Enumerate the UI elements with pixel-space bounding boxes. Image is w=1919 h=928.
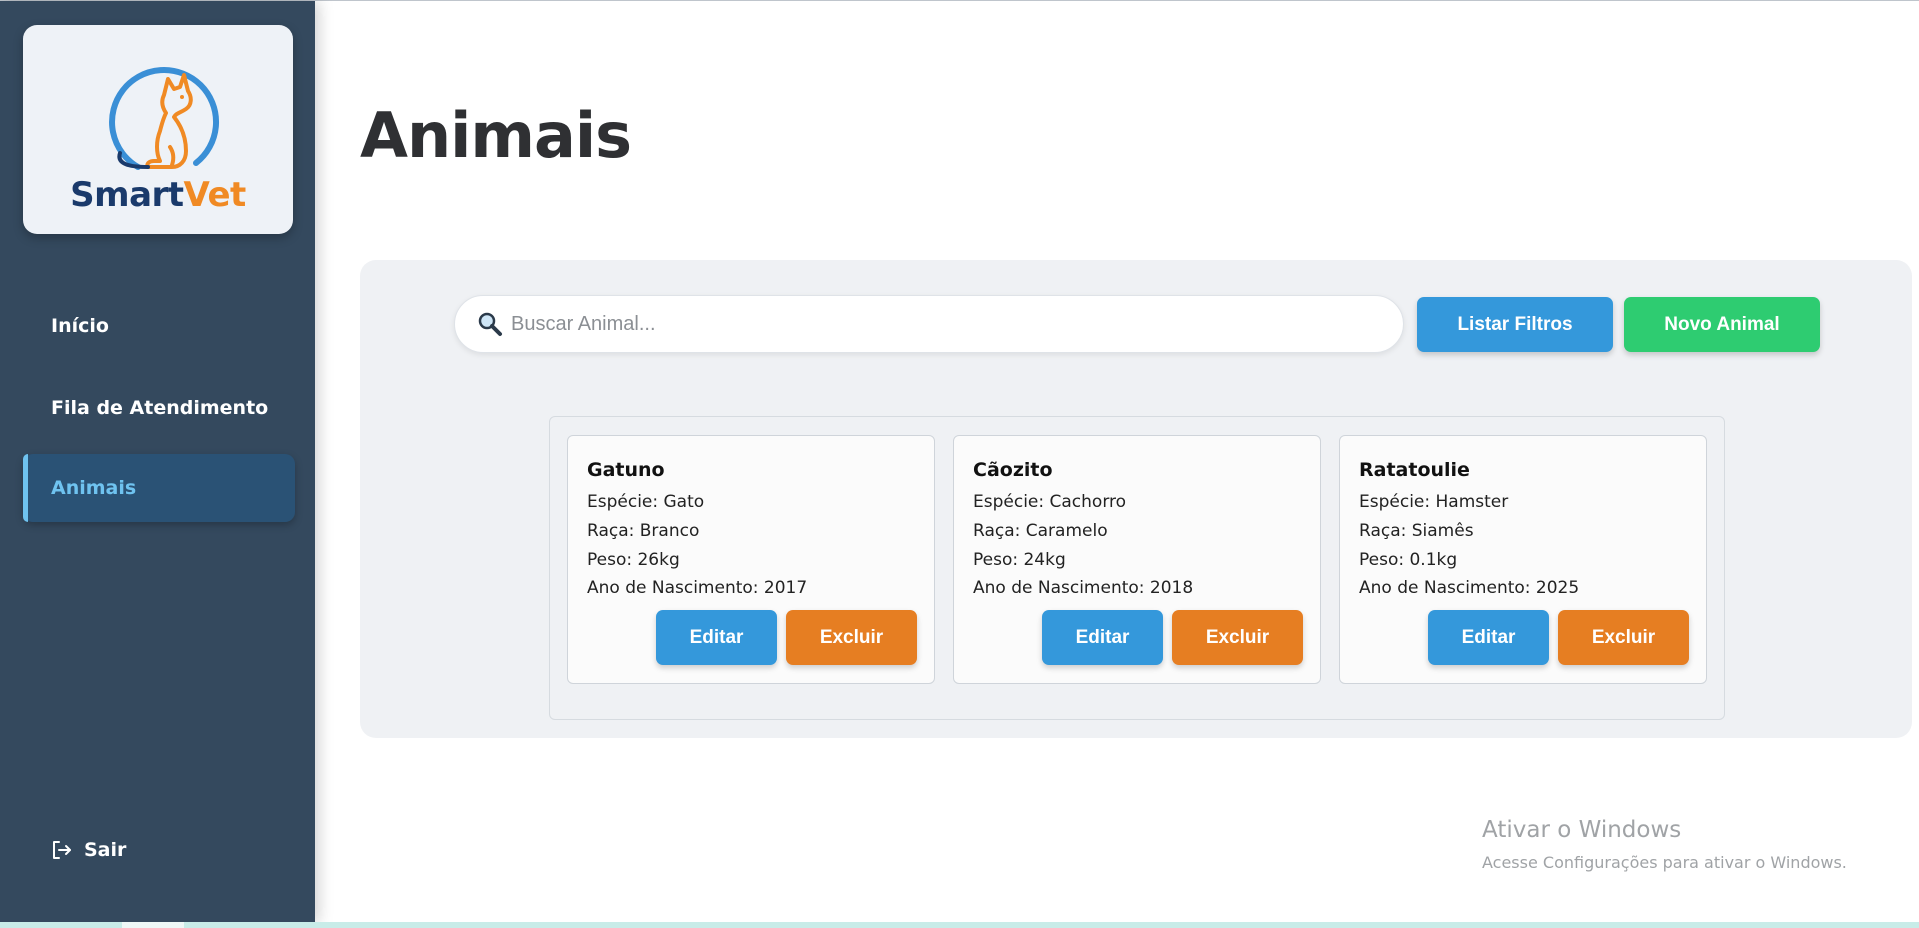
delete-button[interactable]: Excluir [786,610,917,665]
edit-button[interactable]: Editar [656,610,777,665]
taskbar-edge-segment [122,922,184,928]
edit-button[interactable]: Editar [1042,610,1163,665]
animal-weight: Peso: 0.1kg [1359,550,1458,570]
animal-species: Espécie: Cachorro [973,492,1127,512]
search-bar[interactable] [454,295,1404,353]
taskbar-edge [0,922,1919,928]
animals-panel: Listar Filtros Novo Animal Gatuno Espéci… [360,260,1912,738]
app-root: SmartVet Início Fila de Atendimento Anim… [0,0,1919,928]
sidebar-item-label: Início [51,315,109,337]
animal-birth-year: Ano de Nascimento: 2017 [587,578,808,598]
animal-card: Ratatoulie Espécie: Hamster Raça: Siamês… [1339,435,1707,684]
sidebar-item-inicio[interactable]: Início [23,292,295,360]
delete-button[interactable]: Excluir [1558,610,1689,665]
brand-name-part2: Vet [183,175,247,215]
sidebar-item-fila-de-atendimento[interactable]: Fila de Atendimento [23,374,295,442]
sidebar-item-label: Animais [51,477,137,499]
animal-breed: Raça: Caramelo [973,521,1108,541]
new-animal-button[interactable]: Novo Animal [1624,297,1820,352]
animal-birth-year: Ano de Nascimento: 2018 [973,578,1194,598]
animal-weight: Peso: 24kg [973,550,1066,570]
animal-name: Gatuno [587,459,665,481]
search-icon [478,312,502,336]
brand-name-part1: Smart [70,175,184,215]
windows-activation-subtitle: Acesse Configurações para ativar o Windo… [1482,853,1847,872]
delete-button[interactable]: Excluir [1172,610,1303,665]
brand-name: SmartVet [23,175,293,215]
animal-species: Espécie: Gato [587,492,705,512]
sidebar: SmartVet Início Fila de Atendimento Anim… [0,1,315,923]
sidebar-item-animais[interactable]: Animais [23,454,295,522]
animal-breed: Raça: Branco [587,521,700,541]
logout-label: Sair [84,839,127,861]
animal-weight: Peso: 26kg [587,550,680,570]
animal-name: Ratatoulie [1359,459,1470,481]
sidebar-item-label: Fila de Atendimento [51,397,269,419]
logo-card: SmartVet [23,25,293,234]
animal-card-grid: Gatuno Espécie: Gato Raça: Branco Peso: … [549,416,1725,720]
list-filters-button[interactable]: Listar Filtros [1417,297,1613,352]
edit-button[interactable]: Editar [1428,610,1549,665]
animal-species: Espécie: Hamster [1359,492,1509,512]
animal-breed: Raça: Siamês [1359,521,1474,541]
logout-button[interactable]: Sair [50,839,126,861]
animal-card: Cãozito Espécie: Cachorro Raça: Caramelo… [953,435,1321,684]
search-input[interactable] [511,312,1391,336]
windows-activation-title: Ativar o Windows [1482,817,1682,843]
page-title: Animais [360,99,632,172]
cat-logo-icon [109,66,220,170]
animal-name: Cãozito [973,459,1053,481]
animal-birth-year: Ano de Nascimento: 2025 [1359,578,1580,598]
animal-card: Gatuno Espécie: Gato Raça: Branco Peso: … [567,435,935,684]
logout-icon [53,841,71,859]
